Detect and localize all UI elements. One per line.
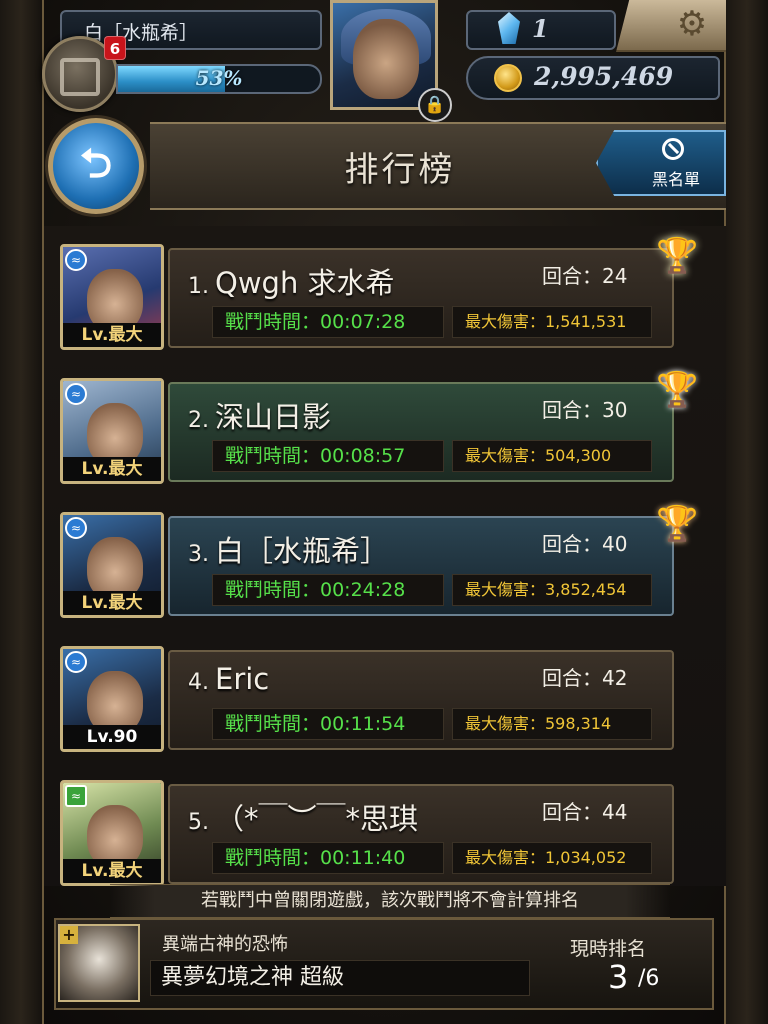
- rank-number: 5.: [188, 810, 209, 835]
- player-name: 4. Eric: [188, 662, 269, 696]
- mailbox-icon: [60, 58, 100, 96]
- avatar-level: Lv.最大: [63, 859, 161, 883]
- gear-icon[interactable]: ⚙: [670, 4, 714, 44]
- exp-percent: 53%: [195, 66, 243, 90]
- lock-icon[interactable]: 🔒: [418, 88, 452, 122]
- max-damage: 最大傷害：504,300: [452, 440, 652, 472]
- right-border: [724, 0, 768, 1024]
- stage-name: 異夢幻境之神 超級: [150, 960, 530, 996]
- element-icon: ≈: [65, 249, 87, 271]
- max-damage: 最大傷害：3,852,454: [452, 574, 652, 606]
- battle-time: 戰鬥時間：00:11:54: [212, 708, 444, 740]
- player-name-text: 白［水瓶希］: [215, 534, 390, 568]
- rounds: 回合：30: [542, 398, 628, 422]
- gold-trophy-icon: 🏆: [656, 236, 699, 276]
- portrait-face: [353, 19, 419, 99]
- rounds: 回合：24: [542, 264, 628, 288]
- battle-time: 戰鬥時間：00:08:57: [212, 440, 444, 472]
- page-title: 排行榜: [344, 150, 456, 190]
- notification-badge: 6: [104, 36, 126, 60]
- ranking-row[interactable]: ≈ Lv.最大 3. 白［水瓶希］ 回合：40 🏆 戰鬥時間：00:24:28 最…: [58, 494, 718, 618]
- player-name-text: Qwgh 求水希: [215, 266, 395, 300]
- notice-text: 若戰鬥中曾關閉遊戲，該次戰鬥將不會計算排名: [110, 884, 670, 918]
- element-icon: ≈: [65, 383, 87, 405]
- ranking-row[interactable]: ≈ Lv.90 4. Eric 回合：42 戰鬥時間：00:11:54 最大傷害：…: [58, 628, 718, 752]
- player-avatar[interactable]: ≈ Lv.90: [60, 646, 164, 752]
- player-avatar[interactable]: ≈ Lv.最大: [60, 512, 164, 618]
- block-icon: [662, 138, 684, 160]
- coin-count: 2,995,469: [534, 62, 674, 91]
- rank-total: /6: [638, 966, 660, 991]
- max-damage: 最大傷害：598,314: [452, 708, 652, 740]
- max-damage: 最大傷害：1,541,531: [452, 306, 652, 338]
- left-border: [0, 0, 44, 1024]
- current-rank-label: 現時排名: [570, 938, 647, 960]
- top-hud: 白［水瓶希］ 6 53% 🔒 1 ⚙ 2,995,469: [0, 0, 768, 122]
- player-name-text: （*￣︶￣*思琪: [215, 802, 419, 836]
- battle-time: 戰鬥時間：00:24:28: [212, 574, 444, 606]
- rounds: 回合：40: [542, 532, 628, 556]
- current-rank: 3: [608, 958, 629, 996]
- silver-trophy-icon: 🏆: [656, 370, 699, 410]
- element-icon: ≈: [65, 651, 87, 673]
- rounds: 回合：44: [542, 800, 628, 824]
- player-name: 3. 白［水瓶希］: [188, 528, 389, 570]
- avatar-level: Lv.最大: [63, 591, 161, 615]
- bronze-trophy-icon: 🏆: [656, 504, 699, 544]
- gem-count: 1: [532, 14, 549, 43]
- rounds: 回合：42: [542, 666, 628, 690]
- player-name: 1. Qwgh 求水希: [188, 260, 395, 302]
- rank-number: 4.: [188, 670, 209, 695]
- element-icon: ≈: [65, 785, 87, 807]
- avatar-level: Lv.最大: [63, 457, 161, 481]
- battle-time: 戰鬥時間：00:11:40: [212, 842, 444, 874]
- avatar-level: Lv.90: [63, 725, 161, 749]
- coin-icon: [494, 64, 522, 92]
- ranking-row[interactable]: ≈ Lv.最大 5. （*￣︶￣*思琪 回合：44 戰鬥時間：00:11:40 最…: [58, 762, 718, 886]
- battle-time: 戰鬥時間：00:07:28: [212, 306, 444, 338]
- ranking-list[interactable]: ≈ Lv.最大 1. Qwgh 求水希 回合：24 🏆 戰鬥時間：00:07:28…: [44, 226, 726, 886]
- player-name: 5. （*￣︶￣*思琪: [188, 796, 418, 838]
- rank-number: 1.: [188, 274, 209, 299]
- blacklist-label[interactable]: 黑名單: [630, 166, 722, 190]
- boss-title: 異端古神的恐怖: [162, 934, 288, 955]
- element-icon: ≈: [65, 517, 87, 539]
- rank-number: 2.: [188, 408, 209, 433]
- player-avatar[interactable]: ≈ Lv.最大: [60, 378, 164, 484]
- back-arrow-icon[interactable]: ⮌: [48, 142, 144, 186]
- player-name: 2. 深山日影: [188, 394, 331, 436]
- max-damage: 最大傷害：1,034,052: [452, 842, 652, 874]
- player-name-text: Eric: [215, 662, 270, 696]
- player-avatar[interactable]: ≈ Lv.最大: [60, 780, 164, 886]
- plus-icon: +: [60, 926, 78, 944]
- ranking-row[interactable]: ≈ Lv.最大 1. Qwgh 求水希 回合：24 🏆 戰鬥時間：00:07:28…: [58, 226, 718, 350]
- avatar-level: Lv.最大: [63, 323, 161, 347]
- ranking-row[interactable]: ≈ Lv.最大 2. 深山日影 回合：30 🏆 戰鬥時間：00:08:57 最大傷…: [58, 360, 718, 484]
- rank-number: 3.: [188, 542, 209, 567]
- player-avatar[interactable]: ≈ Lv.最大: [60, 244, 164, 350]
- player-name-text: 深山日影: [215, 400, 332, 434]
